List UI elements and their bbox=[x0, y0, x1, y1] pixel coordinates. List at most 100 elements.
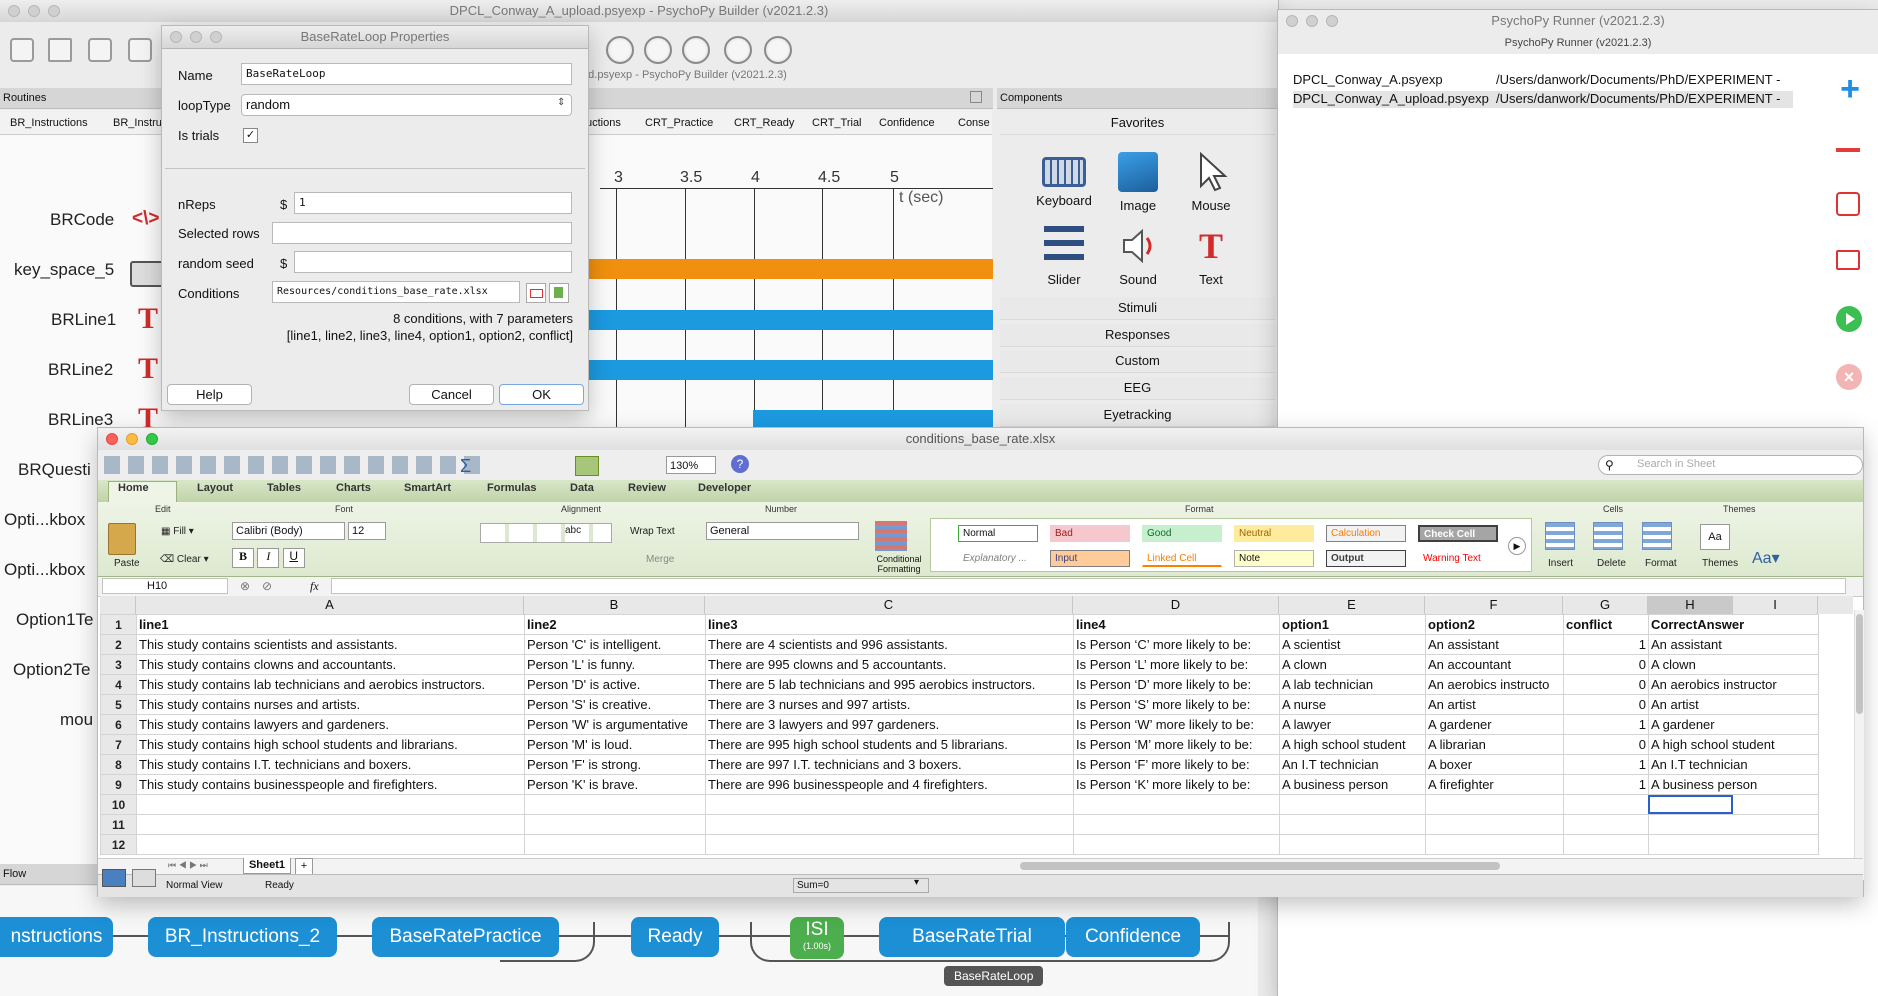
table-cell[interactable] bbox=[1073, 814, 1280, 835]
globe-info-icon[interactable] bbox=[724, 36, 752, 64]
table-cell[interactable]: An I.T technician bbox=[1279, 754, 1426, 775]
save-as-icon[interactable] bbox=[128, 38, 152, 62]
alignment-buttons[interactable] bbox=[480, 523, 612, 543]
table-cell[interactable]: There are 3 nurses and 997 artists. bbox=[705, 694, 1074, 715]
style-output[interactable]: Output bbox=[1326, 550, 1406, 567]
brline2-bar[interactable] bbox=[570, 360, 993, 380]
style-note[interactable]: Note bbox=[1234, 550, 1314, 567]
table-cell[interactable] bbox=[136, 814, 525, 835]
table-cell[interactable]: conflict bbox=[1563, 614, 1649, 635]
row-header[interactable]: 6 bbox=[100, 714, 137, 735]
table-cell[interactable] bbox=[1563, 834, 1649, 855]
table-cell[interactable]: There are 3 lawyers and 997 gardeners. bbox=[705, 714, 1074, 735]
table-cell[interactable]: 0 bbox=[1563, 674, 1649, 695]
select-all-corner[interactable] bbox=[100, 596, 136, 614]
table-cell[interactable]: 0 bbox=[1563, 654, 1649, 675]
table-cell[interactable]: A clown bbox=[1648, 654, 1819, 675]
table-cell[interactable]: A clown bbox=[1279, 654, 1426, 675]
style-explanatory[interactable]: Explanatory ... bbox=[958, 550, 1038, 567]
open-folder-icon[interactable] bbox=[48, 38, 72, 62]
table-cell[interactable] bbox=[1279, 834, 1426, 855]
table-cell[interactable]: 0 bbox=[1563, 694, 1649, 715]
tab-crt-ready[interactable]: CRT_Ready bbox=[734, 117, 794, 129]
maximize-panel-icon[interactable] bbox=[970, 91, 982, 103]
category-custom[interactable]: Custom bbox=[1000, 350, 1275, 373]
formula-input[interactable] bbox=[331, 578, 1846, 594]
table-cell[interactable] bbox=[1563, 794, 1649, 815]
tab-formulas[interactable]: Formulas bbox=[487, 482, 537, 494]
category-eeg[interactable]: EEG bbox=[1000, 377, 1275, 400]
table-cell[interactable] bbox=[705, 814, 1074, 835]
row-header[interactable]: 4 bbox=[100, 674, 137, 695]
format-button[interactable]: Format bbox=[1645, 558, 1677, 569]
edit-file-icon[interactable] bbox=[549, 283, 569, 303]
favorites-header[interactable]: Favorites bbox=[1000, 112, 1275, 135]
active-cell-h10[interactable] bbox=[1648, 795, 1733, 814]
component-brline2[interactable]: BRLine2 bbox=[48, 360, 113, 380]
row-header[interactable]: 7 bbox=[100, 734, 137, 755]
table-cell[interactable] bbox=[1425, 834, 1564, 855]
paste-button[interactable]: Paste bbox=[114, 558, 140, 569]
table-cell[interactable]: Person 'D' is active. bbox=[524, 674, 706, 695]
table-cell[interactable]: An aerobics instructor bbox=[1648, 674, 1819, 695]
table-cell[interactable]: A nurse bbox=[1279, 694, 1426, 715]
search-sheet[interactable]: ⚲ Search in Sheet bbox=[1598, 455, 1863, 475]
table-cell[interactable]: An aerobics instructo bbox=[1425, 674, 1564, 695]
table-cell[interactable]: This study contains high school students… bbox=[136, 734, 525, 755]
table-cell[interactable]: Person 'L' is funny. bbox=[524, 654, 706, 675]
style-good[interactable]: Good bbox=[1142, 525, 1222, 542]
column-header[interactable]: I bbox=[1733, 596, 1818, 614]
bold-button[interactable]: B bbox=[232, 548, 254, 568]
table-cell[interactable]: option2 bbox=[1425, 614, 1564, 635]
table-cell[interactable]: A lawyer bbox=[1279, 714, 1426, 735]
table-cell[interactable] bbox=[1563, 814, 1649, 835]
table-cell[interactable] bbox=[1073, 834, 1280, 855]
table-cell[interactable] bbox=[705, 834, 1074, 855]
istrials-checkbox[interactable]: ✓ bbox=[243, 128, 258, 143]
style-check-cell[interactable]: Check Cell bbox=[1418, 525, 1498, 542]
table-cell[interactable]: 1 bbox=[1563, 754, 1649, 775]
brline3-bar[interactable] bbox=[753, 410, 993, 430]
image-component[interactable]: Image bbox=[1103, 152, 1173, 213]
component-brquestion[interactable]: BRQuesti bbox=[18, 460, 91, 480]
help-button[interactable]: Help bbox=[167, 384, 252, 405]
abc-button[interactable]: abc bbox=[565, 525, 581, 536]
component-brline1[interactable]: BRLine1 bbox=[51, 310, 116, 330]
vertical-scrollbar[interactable] bbox=[1854, 610, 1864, 880]
flow-confidence[interactable]: Confidence bbox=[1066, 917, 1200, 957]
component-option1text[interactable]: Option1Te bbox=[16, 610, 94, 630]
style-linked-cell[interactable]: Linked Cell bbox=[1142, 550, 1222, 567]
table-cell[interactable]: There are 997 I.T. technicians and 3 box… bbox=[705, 754, 1074, 775]
column-header[interactable]: C bbox=[705, 596, 1073, 614]
browse-folder-icon[interactable] bbox=[526, 283, 546, 303]
table-cell[interactable]: Is Person ‘L’ more likely to be: bbox=[1073, 654, 1280, 675]
column-header[interactable]: B bbox=[524, 596, 705, 614]
table-cell[interactable]: An I.T technician bbox=[1648, 754, 1819, 775]
row-header[interactable]: 1 bbox=[100, 614, 137, 635]
tab-crt-practice[interactable]: CRT_Practice bbox=[645, 117, 713, 129]
run-play-icon[interactable] bbox=[1836, 306, 1862, 332]
conditional-formatting-button[interactable]: Conditional Formatting bbox=[872, 554, 926, 574]
cell-reference-box[interactable]: H10 bbox=[102, 578, 228, 594]
table-cell[interactable]: Is Person ‘S’ more likely to be: bbox=[1073, 694, 1280, 715]
table-cell[interactable]: A scientist bbox=[1279, 634, 1426, 655]
code-bar[interactable] bbox=[570, 259, 993, 279]
flow-baserate-practice[interactable]: BaseRatePractice bbox=[372, 917, 559, 957]
row-header[interactable]: 5 bbox=[100, 694, 137, 715]
font-name-select[interactable]: Calibri (Body) bbox=[232, 522, 345, 540]
table-cell[interactable]: Is Person ‘D’ more likely to be: bbox=[1073, 674, 1280, 695]
table-cell[interactable]: A business person bbox=[1648, 774, 1819, 795]
tab-layout[interactable]: Layout bbox=[197, 482, 233, 494]
table-cell[interactable]: There are 996 businesspeople and 4 firef… bbox=[705, 774, 1074, 795]
tab-br-instructions-2[interactable]: BR_Instru bbox=[113, 117, 162, 129]
row-header[interactable]: 2 bbox=[100, 634, 137, 655]
table-cell[interactable]: Is Person ‘K’ more likely to be: bbox=[1073, 774, 1280, 795]
mouse-component[interactable]: Mouse bbox=[1176, 152, 1246, 213]
table-cell[interactable]: This study contains businesspeople and f… bbox=[136, 774, 525, 795]
table-cell[interactable]: Is Person ‘F’ more likely to be: bbox=[1073, 754, 1280, 775]
stop-icon[interactable]: × bbox=[1836, 364, 1862, 390]
save-list-icon[interactable] bbox=[1836, 192, 1860, 216]
new-file-icon[interactable] bbox=[10, 38, 34, 62]
table-cell[interactable]: A lab technician bbox=[1279, 674, 1426, 695]
table-cell[interactable]: option1 bbox=[1279, 614, 1426, 635]
